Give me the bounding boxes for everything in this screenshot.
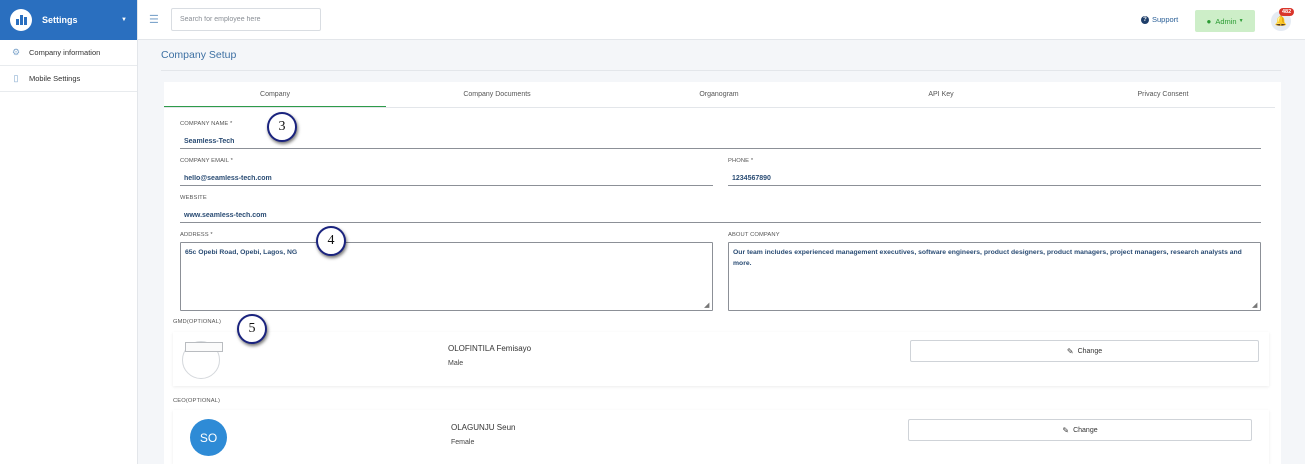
company-email-label: COMPANY EMAIL * [180, 158, 233, 164]
tab-organogram[interactable]: Organogram [608, 82, 830, 107]
tab-api-key[interactable]: API Key [830, 82, 1052, 107]
company-name-underline [180, 148, 1261, 149]
avatar: SO [190, 419, 227, 456]
company-name-field[interactable] [184, 135, 1254, 147]
address-label: ADDRESS * [180, 232, 213, 238]
hamburger-menu-icon[interactable]: ☰ [149, 13, 159, 26]
annotation-marker: 5 [237, 314, 267, 344]
website-label: WEBSITE [180, 195, 207, 201]
support-link[interactable]: ? Support [1141, 15, 1178, 24]
phone-label: PHONE * [728, 158, 754, 164]
about-company-textarea[interactable]: Our team includes experienced management… [728, 242, 1261, 311]
admin-dropdown-button[interactable]: ● Admin ▼ [1195, 10, 1255, 32]
search-input[interactable] [171, 8, 321, 31]
admin-label: Admin [1215, 16, 1237, 26]
user-icon: ● [1206, 16, 1212, 26]
tab-privacy-consent[interactable]: Privacy Consent [1052, 82, 1274, 107]
question-circle-icon: ? [1141, 15, 1149, 24]
support-label: Support [1152, 15, 1179, 24]
sidebar-item-label: Mobile Settings [29, 74, 81, 83]
gmd-gender: Male [448, 360, 464, 367]
change-label: Change [1077, 347, 1103, 355]
notifications-button[interactable]: 🔔 482 [1271, 8, 1295, 31]
divider [161, 70, 1281, 71]
company-name-label: COMPANY NAME * [180, 121, 233, 127]
ceo-change-button[interactable]: ✎ Change [908, 419, 1252, 441]
broken-image-icon [185, 342, 223, 352]
sidebar-item-company-information[interactable]: ⚙ Company information [0, 40, 137, 66]
tab-company[interactable]: Company [164, 82, 386, 107]
notification-count-badge: 482 [1279, 8, 1295, 16]
gmd-change-button[interactable]: ✎ Change [910, 340, 1259, 362]
sidebar-item-mobile-settings[interactable]: ▯ Mobile Settings [0, 66, 137, 92]
about-company-label: ABOUT COMPANY [728, 232, 780, 238]
ceo-label: CEO(OPTIONAL) [173, 398, 221, 404]
app-logo-icon [10, 9, 32, 31]
company-setup-card: Company Company Documents Organogram API… [164, 82, 1281, 464]
pencil-icon: ✎ [1066, 346, 1074, 356]
sidebar: Settings ▼ ⚙ Company information ▯ Mobil… [0, 0, 138, 464]
annotation-marker: 3 [267, 112, 297, 142]
ceo-name: OLAGUNJU Seun [451, 423, 516, 432]
bell-icon: 🔔 [1274, 15, 1288, 27]
caret-down-icon: ▼ [1238, 18, 1244, 24]
phone-underline [728, 185, 1261, 186]
company-email-field[interactable] [184, 172, 704, 184]
tab-company-documents[interactable]: Company Documents [386, 82, 608, 107]
page-title: Company Setup [161, 49, 237, 61]
sidebar-header[interactable]: Settings ▼ [0, 0, 137, 40]
ceo-gender: Female [451, 439, 475, 446]
company-email-underline [180, 185, 713, 186]
gear-icon: ⚙ [11, 47, 21, 57]
gmd-name: OLOFINTILA Femisayo [448, 344, 532, 353]
caret-down-icon[interactable]: ▼ [121, 17, 127, 23]
gmd-card: OLOFINTILA Femisayo Male ✎ Change [173, 332, 1269, 386]
mobile-icon: ▯ [13, 73, 19, 83]
phone-field[interactable] [732, 172, 1252, 184]
website-underline [180, 222, 1261, 223]
resize-grip-icon[interactable]: ◢ [704, 301, 709, 309]
sidebar-title: Settings [42, 15, 78, 25]
address-textarea[interactable]: 65c Opebi Road, Opebi, Lagos, NG [180, 242, 713, 311]
change-label: Change [1073, 426, 1098, 434]
website-field[interactable] [184, 209, 1254, 221]
ceo-card: SO OLAGUNJU Seun Female ✎ Change [173, 410, 1269, 464]
tab-bar: Company Company Documents Organogram API… [164, 82, 1275, 108]
top-bar: ☰ ? Support ● Admin ▼ 🔔 482 [138, 0, 1305, 40]
annotation-marker: 4 [316, 226, 346, 256]
resize-grip-icon[interactable]: ◢ [1252, 301, 1257, 309]
sidebar-item-label: Company information [29, 48, 101, 57]
pencil-icon: ✎ [1062, 425, 1070, 435]
gmd-label: GMD(OPTIONAL) [173, 319, 221, 325]
